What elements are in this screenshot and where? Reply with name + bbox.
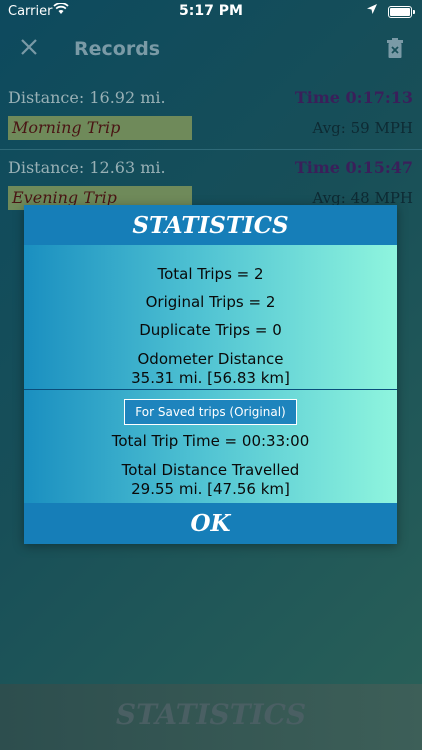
total-distance-label: Total Distance Travelled bbox=[121, 461, 300, 479]
record-name: Morning Trip bbox=[8, 116, 192, 140]
record-distance: Distance: 16.92 mi. bbox=[8, 88, 166, 107]
odometer-value: 35.31 mi. [56.83 km] bbox=[131, 369, 290, 387]
close-icon[interactable] bbox=[18, 36, 42, 60]
total-trip-time: Total Trip Time = 00:33:00 bbox=[111, 432, 310, 450]
ok-button-label: OK bbox=[190, 510, 231, 537]
navigation-bar: Records bbox=[0, 22, 422, 78]
statistics-dialog: STATISTICS Total Trips = 2 Original Trip… bbox=[24, 205, 397, 544]
list-item[interactable]: Distance: 16.92 mi. Time 0:17:13 Morning… bbox=[0, 80, 422, 148]
saved-trips-badge: For Saved trips (Original) bbox=[124, 399, 297, 425]
trash-icon[interactable] bbox=[386, 38, 404, 58]
total-distance-value: 29.55 mi. [47.56 km] bbox=[131, 480, 290, 498]
location-arrow-icon bbox=[366, 3, 378, 19]
dialog-title: STATISTICS bbox=[132, 212, 289, 239]
battery-icon bbox=[388, 6, 415, 18]
dialog-body: Total Trips = 2 Original Trips = 2 Dupli… bbox=[24, 245, 397, 503]
total-trips: Total Trips = 2 bbox=[157, 265, 264, 283]
record-avg-speed: Avg: 59 MPH bbox=[312, 119, 413, 137]
original-trips: Original Trips = 2 bbox=[145, 293, 276, 311]
dialog-header: STATISTICS bbox=[24, 205, 397, 245]
page-title: Records bbox=[74, 38, 161, 60]
statistics-bar-label: STATISTICS bbox=[115, 698, 307, 731]
statistics-bar[interactable]: STATISTICS bbox=[0, 684, 422, 750]
record-time: Time 0:17:13 bbox=[294, 88, 413, 107]
record-distance: Distance: 12.63 mi. bbox=[8, 158, 166, 177]
clock: 5:17 PM bbox=[179, 3, 243, 19]
divider bbox=[24, 389, 397, 390]
duplicate-trips: Duplicate Trips = 0 bbox=[139, 321, 282, 339]
ok-button[interactable]: OK bbox=[24, 503, 397, 544]
status-bar: Carrier 5:17 PM bbox=[0, 0, 422, 22]
record-time: Time 0:15:47 bbox=[294, 158, 413, 177]
odometer-label: Odometer Distance bbox=[137, 350, 284, 368]
